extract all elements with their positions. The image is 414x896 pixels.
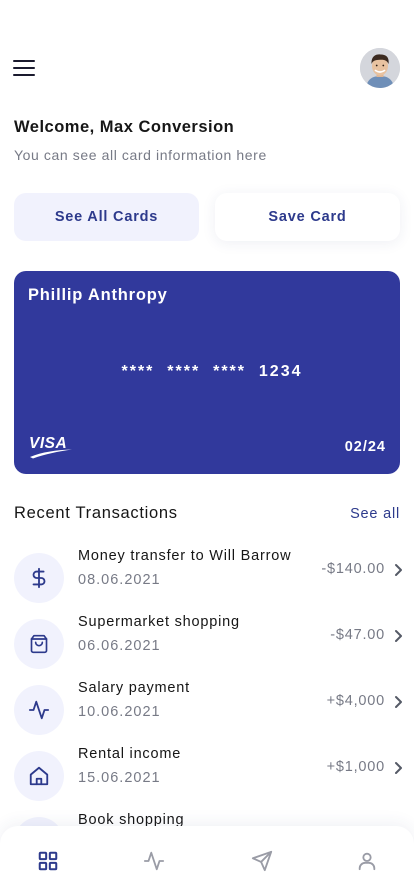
- see-all-cards-button[interactable]: See All Cards: [14, 193, 199, 241]
- nav-profile-user-icon[interactable]: [353, 848, 381, 874]
- visa-logo-icon: VISA: [29, 435, 72, 459]
- save-card-button[interactable]: Save Card: [215, 193, 400, 241]
- welcome-subtitle: You can see all card information here: [14, 147, 267, 163]
- user-avatar[interactable]: [360, 48, 400, 88]
- nav-send-icon[interactable]: [248, 848, 276, 874]
- transaction-title: Rental income: [78, 746, 182, 762]
- dollar-icon: [14, 553, 64, 603]
- transaction-row[interactable]: Supermarket shopping 06.06.2021 -$47.00: [0, 614, 414, 676]
- credit-card[interactable]: Phillip Anthropy **** **** **** 1234 VIS…: [14, 271, 400, 474]
- transaction-row[interactable]: Rental income 15.06.2021 +$1,000: [0, 746, 414, 808]
- chevron-right-icon: [395, 564, 402, 576]
- shopping-bag-icon: [14, 619, 64, 669]
- card-holder-name: Phillip Anthropy: [28, 286, 168, 304]
- menu-line: [13, 74, 35, 76]
- transaction-date: 06.06.2021: [78, 638, 161, 654]
- transaction-amount: +$4,000: [326, 693, 385, 709]
- card-expiry: 02/24: [344, 439, 386, 455]
- activity-icon: [14, 685, 64, 735]
- transaction-row[interactable]: Salary payment 10.06.2021 +$4,000: [0, 680, 414, 742]
- nav-activity-icon[interactable]: [140, 848, 168, 874]
- transaction-title: Money transfer to Will Barrow: [78, 548, 292, 564]
- transaction-row[interactable]: Money transfer to Will Barrow 08.06.2021…: [0, 548, 414, 610]
- transaction-date: 15.06.2021: [78, 770, 161, 786]
- chevron-right-icon: [395, 762, 402, 774]
- hamburger-menu-icon[interactable]: [12, 58, 36, 78]
- transaction-amount: +$1,000: [326, 759, 385, 775]
- svg-text:VISA: VISA: [29, 435, 67, 452]
- transaction-title: Supermarket shopping: [78, 614, 240, 630]
- card-number: **** **** **** 1234: [121, 363, 303, 380]
- welcome-title: Welcome, Max Conversion: [14, 118, 235, 136]
- menu-line: [13, 60, 35, 62]
- see-all-link[interactable]: See all: [350, 506, 400, 522]
- menu-line: [13, 67, 35, 69]
- recent-transactions-title: Recent Transactions: [14, 504, 178, 522]
- transaction-amount: -$47.00: [330, 627, 385, 643]
- transaction-date: 10.06.2021: [78, 704, 161, 720]
- avatar-photo: [360, 48, 400, 88]
- top-bar: [0, 0, 414, 110]
- home-icon: [14, 751, 64, 801]
- transaction-date: 08.06.2021: [78, 572, 161, 588]
- chevron-right-icon: [395, 630, 402, 642]
- nav-home-grid-icon[interactable]: [34, 848, 62, 874]
- transaction-amount: -$140.00: [321, 561, 385, 577]
- transaction-title: Salary payment: [78, 680, 190, 696]
- chevron-right-icon: [395, 696, 402, 708]
- bottom-navigation: [0, 826, 414, 896]
